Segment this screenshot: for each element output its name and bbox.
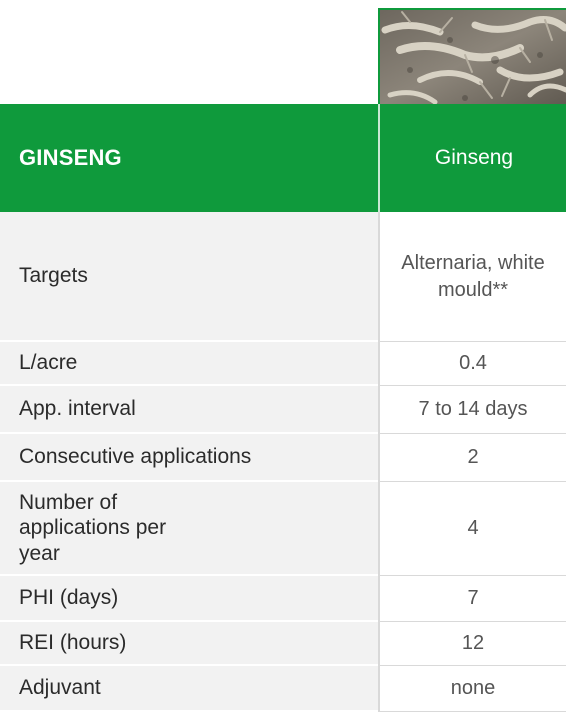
row-label: Number of applications per year — [0, 482, 378, 576]
ginseng-photo — [378, 8, 566, 104]
table-row-app-interval: App. interval 7 to 14 days — [0, 386, 566, 434]
table-title: GINSENG — [19, 145, 122, 170]
row-label: L/acre — [0, 342, 378, 386]
table-row-l-acre: L/acre 0.4 — [0, 342, 566, 386]
row-label: App. interval — [0, 386, 378, 434]
row-label: Adjuvant — [0, 666, 378, 712]
table-row-phi: PHI (days) 7 — [0, 576, 566, 622]
table-row-applications-per-year: Number of applications per year 4 — [0, 482, 566, 576]
row-label: Targets — [0, 212, 378, 342]
table-row-consecutive-applications: Consecutive applications 2 — [0, 434, 566, 482]
table-row-rei: REI (hours) 12 — [0, 622, 566, 666]
row-label: PHI (days) — [0, 576, 378, 622]
row-value: Alternaria, white mould** — [378, 212, 566, 342]
table-row-adjuvant: Adjuvant none — [0, 666, 566, 712]
row-value: 4 — [378, 482, 566, 576]
column-header-ginseng: Ginseng — [434, 146, 514, 169]
row-value: 7 — [378, 576, 566, 622]
row-value: 2 — [378, 434, 566, 482]
row-value: 0.4 — [378, 342, 566, 386]
row-label: Consecutive applications — [0, 434, 378, 482]
header-divider — [378, 104, 380, 212]
row-value: 7 to 14 days — [378, 386, 566, 434]
table-row-targets: Targets Alternaria, white mould** — [0, 212, 566, 342]
row-value: 12 — [378, 622, 566, 666]
row-label: REI (hours) — [0, 622, 378, 666]
row-value: none — [378, 666, 566, 712]
